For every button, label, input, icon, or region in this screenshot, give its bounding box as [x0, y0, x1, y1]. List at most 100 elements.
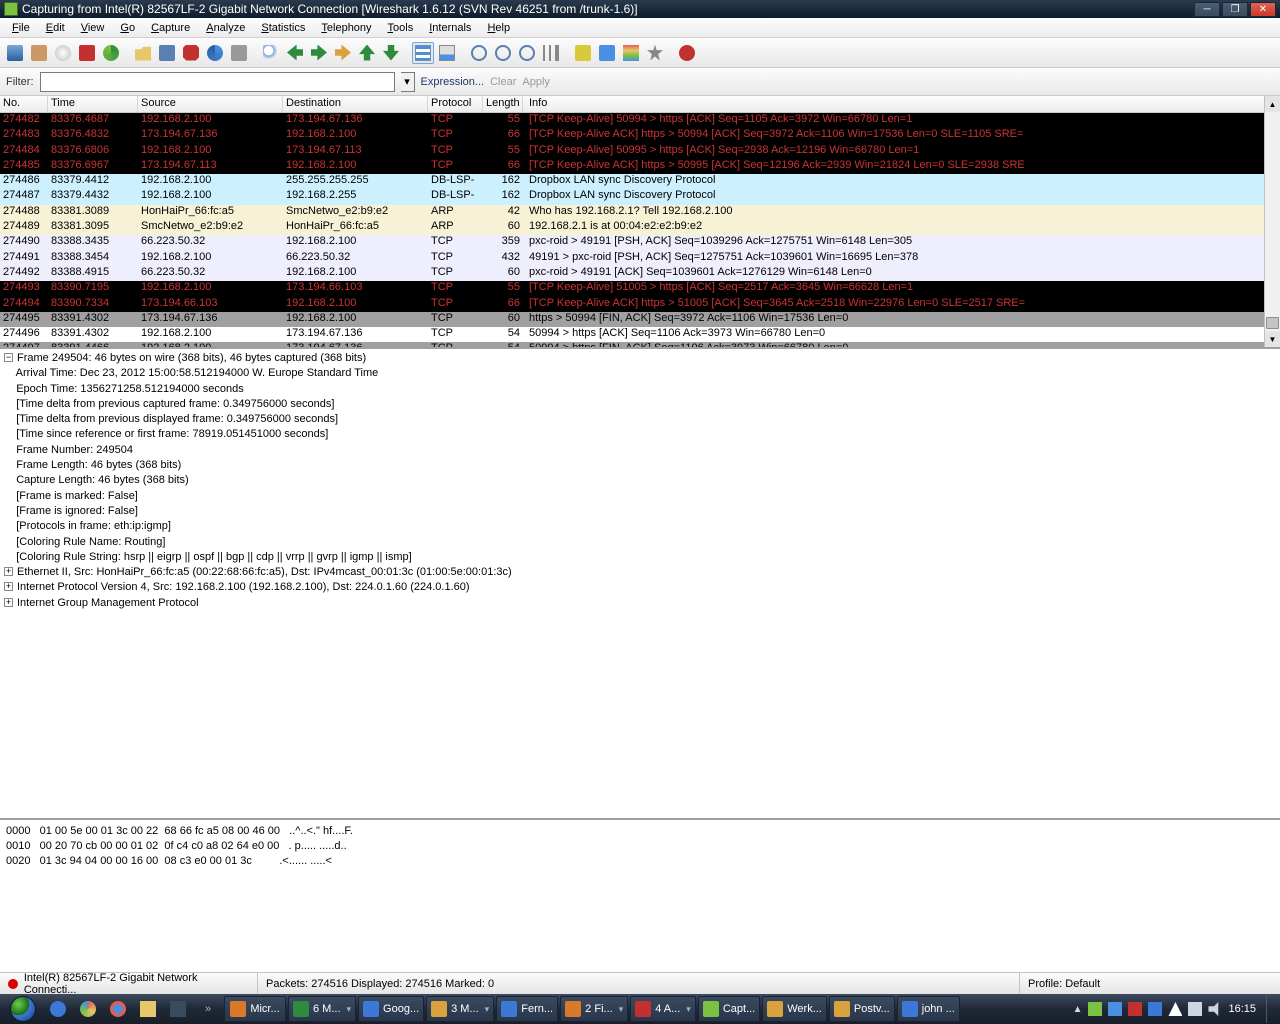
start-capture-button[interactable] — [52, 42, 74, 64]
column-protocol[interactable]: Protocol — [428, 96, 483, 112]
packet-row[interactable]: 27448583376.6967173.194.67.113192.168.2.… — [0, 159, 1280, 174]
go-forward-button[interactable] — [308, 42, 330, 64]
packet-row[interactable]: 27449683391.4302192.168.2.100173.194.67.… — [0, 327, 1280, 342]
scroll-down-arrow[interactable]: ▼ — [1265, 331, 1280, 347]
column-no[interactable]: No. — [0, 96, 48, 112]
taskbar-task[interactable]: 3 M...▾ — [426, 996, 494, 1022]
menu-internals[interactable]: Internals — [421, 20, 479, 36]
taskbar-task[interactable]: 6 M...▾ — [288, 996, 356, 1022]
auto-scroll-button[interactable] — [436, 42, 458, 64]
packet-list-scrollbar[interactable]: ▲ ▼ — [1264, 96, 1280, 347]
menu-file[interactable]: File — [4, 20, 38, 36]
first-packet-button[interactable] — [356, 42, 378, 64]
help-button[interactable] — [676, 42, 698, 64]
menu-tools[interactable]: Tools — [380, 20, 422, 36]
coloring-rules-button[interactable] — [620, 42, 642, 64]
tree-expand-icon[interactable]: + — [4, 582, 13, 591]
pinned-more[interactable]: » — [194, 996, 222, 1022]
colorize-button[interactable] — [412, 42, 434, 64]
packet-details-pane[interactable]: −Frame 249504: 46 bytes on wire (368 bit… — [0, 349, 1280, 820]
zoom-in-button[interactable] — [468, 42, 490, 64]
tree-collapse-icon[interactable]: − — [4, 353, 13, 362]
start-button[interactable] — [4, 995, 42, 1023]
last-packet-button[interactable] — [380, 42, 402, 64]
action-center-icon[interactable] — [1168, 1002, 1182, 1016]
column-length[interactable]: Length — [483, 96, 523, 112]
menu-help[interactable]: Help — [479, 20, 518, 36]
minimize-button[interactable]: ─ — [1194, 2, 1220, 17]
pinned-firefox[interactable] — [104, 996, 132, 1022]
apply-button[interactable]: Apply — [522, 76, 550, 88]
column-info[interactable]: Info — [523, 96, 1280, 112]
pinned-ie[interactable] — [44, 996, 72, 1022]
packet-row[interactable]: 27449083388.343566.223.50.32192.168.2.10… — [0, 235, 1280, 250]
packet-list-body[interactable]: 27448283376.4687192.168.2.100173.194.67.… — [0, 113, 1280, 347]
clock[interactable]: 16:15 — [1228, 1003, 1256, 1015]
display-filters-button[interactable] — [596, 42, 618, 64]
pinned-media[interactable] — [164, 996, 192, 1022]
expression-button[interactable]: Expression... — [421, 76, 485, 88]
tray-icon[interactable] — [1128, 1002, 1142, 1016]
packet-row[interactable]: 27449783391.4466192.168.2.100173.194.67.… — [0, 342, 1280, 347]
goto-button[interactable] — [332, 42, 354, 64]
zoom-reset-button[interactable] — [516, 42, 538, 64]
show-hidden-icons[interactable]: ▲ — [1073, 1004, 1083, 1015]
packet-row[interactable]: 27449583391.4302173.194.67.136192.168.2.… — [0, 312, 1280, 327]
pinned-chrome[interactable] — [74, 996, 102, 1022]
preferences-button[interactable] — [644, 42, 666, 64]
menu-edit[interactable]: Edit — [38, 20, 73, 36]
interfaces-button[interactable] — [4, 42, 26, 64]
taskbar-task[interactable]: Werk... — [762, 996, 827, 1022]
open-button[interactable] — [132, 42, 154, 64]
packet-row[interactable]: 27448283376.4687192.168.2.100173.194.67.… — [0, 113, 1280, 128]
column-destination[interactable]: Destination — [283, 96, 428, 112]
menu-analyze[interactable]: Analyze — [198, 20, 253, 36]
scroll-up-arrow[interactable]: ▲ — [1265, 96, 1280, 112]
save-button[interactable] — [156, 42, 178, 64]
taskbar-task[interactable]: john ... — [897, 996, 960, 1022]
find-button[interactable] — [260, 42, 282, 64]
packet-row[interactable]: 27449483390.7334173.194.66.103192.168.2.… — [0, 297, 1280, 312]
column-time[interactable]: Time — [48, 96, 138, 112]
status-interface[interactable]: Intel(R) 82567LF-2 Gigabit Network Conne… — [0, 973, 258, 994]
menu-statistics[interactable]: Statistics — [253, 20, 313, 36]
packet-row[interactable]: 27448883381.3089HonHaiPr_66:fc:a5SmcNetw… — [0, 205, 1280, 220]
taskbar-task[interactable]: Fern... — [496, 996, 558, 1022]
menu-go[interactable]: Go — [112, 20, 143, 36]
tree-expand-icon[interactable]: + — [4, 567, 13, 576]
options-button[interactable] — [28, 42, 50, 64]
close-file-button[interactable] — [180, 42, 202, 64]
menu-capture[interactable]: Capture — [143, 20, 198, 36]
taskbar-task[interactable]: Capt... — [698, 996, 760, 1022]
taskbar-task[interactable]: Micr... — [224, 996, 286, 1022]
stop-capture-button[interactable] — [76, 42, 98, 64]
go-back-button[interactable] — [284, 42, 306, 64]
packet-row[interactable]: 27448783379.4432192.168.2.100192.168.2.2… — [0, 189, 1280, 204]
packet-row[interactable]: 27448383376.4832173.194.67.136192.168.2.… — [0, 128, 1280, 143]
maximize-button[interactable]: ❐ — [1222, 2, 1248, 17]
taskbar-task[interactable]: 4 A...▾ — [630, 996, 696, 1022]
packet-row[interactable]: 27449383390.7195192.168.2.100173.194.66.… — [0, 281, 1280, 296]
column-source[interactable]: Source — [138, 96, 283, 112]
tray-icon[interactable] — [1148, 1002, 1162, 1016]
reload-button[interactable] — [204, 42, 226, 64]
volume-icon[interactable] — [1208, 1002, 1222, 1016]
scroll-thumb[interactable] — [1266, 317, 1279, 329]
clear-button[interactable]: Clear — [490, 76, 516, 88]
packet-row[interactable]: 27449183388.3454192.168.2.10066.223.50.3… — [0, 251, 1280, 266]
resize-columns-button[interactable] — [540, 42, 562, 64]
close-button[interactable]: ✕ — [1250, 2, 1276, 17]
network-icon[interactable] — [1188, 1002, 1202, 1016]
restart-capture-button[interactable] — [100, 42, 122, 64]
tray-icon[interactable] — [1108, 1002, 1122, 1016]
packet-row[interactable]: 27448983381.3095SmcNetwo_e2:b9:e2HonHaiP… — [0, 220, 1280, 235]
filter-input[interactable] — [40, 72, 395, 92]
filter-dropdown[interactable]: ▾ — [401, 72, 415, 92]
show-desktop-button[interactable] — [1266, 995, 1276, 1023]
packet-bytes-pane[interactable]: 0000 01 00 5e 00 01 3c 00 22 68 66 fc a5… — [0, 820, 1280, 972]
packet-row[interactable]: 27448683379.4412192.168.2.100255.255.255… — [0, 174, 1280, 189]
capture-filters-button[interactable] — [572, 42, 594, 64]
print-button[interactable] — [228, 42, 250, 64]
zoom-out-button[interactable] — [492, 42, 514, 64]
taskbar-task[interactable]: Goog... — [358, 996, 424, 1022]
